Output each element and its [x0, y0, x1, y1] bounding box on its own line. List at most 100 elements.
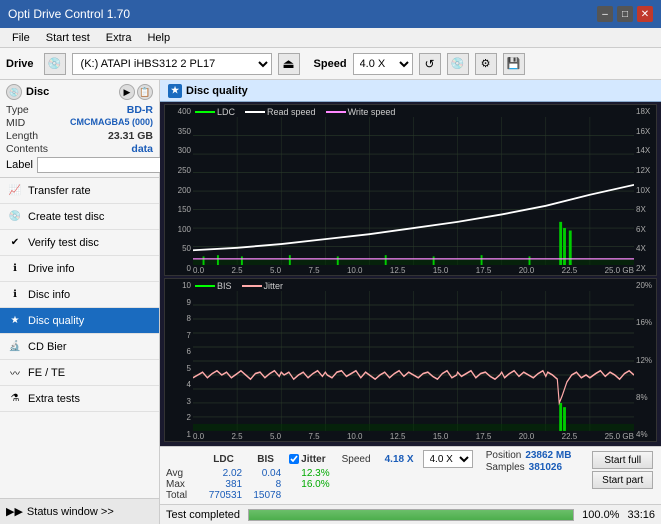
stats-row: LDC BIS Jitter Speed [166, 450, 655, 501]
menu-extra[interactable]: Extra [98, 30, 140, 46]
content-area: ★ Disc quality LDC Read speed [160, 80, 661, 524]
total-row-label: Total [166, 490, 201, 501]
app-title: Opti Drive Control 1.70 [8, 7, 130, 21]
fe-te-label: FE / TE [28, 367, 65, 379]
bis-col-header: BIS [246, 450, 285, 468]
start-full-button[interactable]: Start full [592, 451, 653, 469]
create-test-icon: 💿 [8, 210, 22, 224]
disc-panel-icon: 💿 [6, 84, 22, 100]
pos-samples-cell: Position 23862 MB Samples 381026 [482, 450, 591, 490]
sidebar-item-create-test-disc[interactable]: 💿 Create test disc [0, 204, 159, 230]
avg-row-label: Avg [166, 468, 201, 479]
drivebar: Drive 💿 (K:) ATAPI iHBS312 2 PL17 ⏏ Spee… [0, 48, 661, 80]
start-part-button[interactable]: Start part [592, 471, 653, 489]
write-speed-legend-dot [326, 111, 346, 113]
maximize-button[interactable]: □ [617, 6, 633, 22]
minimize-button[interactable]: – [597, 6, 613, 22]
ldc-chart: LDC Read speed Write speed 400 350 300 [164, 104, 657, 276]
sidebar-item-transfer-rate[interactable]: 📈 Transfer rate [0, 178, 159, 204]
bis-legend-dot [195, 285, 215, 287]
speed-label: Speed [314, 58, 347, 70]
drive-icon: 💿 [44, 53, 66, 75]
chart2-svg-wrapper [193, 291, 634, 431]
speed-select[interactable]: 4.0 X [353, 53, 413, 75]
sidebar-item-disc-quality[interactable]: ★ Disc quality [0, 308, 159, 334]
sidebar-item-drive-info[interactable]: ℹ Drive info [0, 256, 159, 282]
chart2-x-labels: 0.02.55.07.510.012.515.017.520.022.525.0… [193, 432, 634, 441]
charts-area: LDC Read speed Write speed 400 350 300 [160, 102, 661, 446]
status-text: Test completed [166, 509, 240, 521]
menu-help[interactable]: Help [139, 30, 178, 46]
create-test-label: Create test disc [28, 211, 104, 223]
sidebar-item-fe-te[interactable]: 〰 FE / TE [0, 360, 159, 386]
disc-button[interactable]: 💿 [447, 53, 469, 75]
speed-stat-value: 4.18 X [383, 450, 419, 468]
transfer-rate-icon: 📈 [8, 184, 22, 198]
titlebar: Opti Drive Control 1.70 – □ ✕ [0, 0, 661, 28]
menubar: File Start test Extra Help [0, 28, 661, 48]
bis-legend-label: BIS [217, 281, 232, 291]
nav-items: 📈 Transfer rate 💿 Create test disc ✔ Ver… [0, 178, 159, 498]
sidebar-item-disc-info[interactable]: ℹ Disc info [0, 282, 159, 308]
sidebar-item-extra-tests[interactable]: ⚗ Extra tests [0, 386, 159, 412]
avg-bis: 0.04 [246, 468, 285, 479]
sidebar-item-cd-bier[interactable]: 🔬 CD Bier [0, 334, 159, 360]
disc-info-label: Disc info [28, 289, 70, 301]
drive-select[interactable]: (K:) ATAPI iHBS312 2 PL17 [72, 53, 272, 75]
menu-file[interactable]: File [4, 30, 38, 46]
contents-label: Contents [6, 143, 48, 155]
jitter-legend-dot [242, 285, 262, 287]
verify-test-icon: ✔ [8, 236, 22, 250]
jitter-col-header: Jitter [301, 454, 325, 465]
drive-info-icon: ℹ [8, 262, 22, 276]
disc-quality-header: ★ Disc quality [160, 80, 661, 102]
chart2-y-right: 20% 16% 12% 8% 4% [634, 279, 656, 441]
chart1-legend: LDC Read speed Write speed [195, 107, 395, 117]
cd-bier-label: CD Bier [28, 341, 67, 353]
refresh-button[interactable]: ↺ [419, 53, 441, 75]
contents-value: data [131, 143, 153, 155]
drive-info-label: Drive info [28, 263, 74, 275]
max-row-label: Max [166, 479, 201, 490]
jitter-legend-label: Jitter [264, 281, 284, 291]
disc-panel: 💿 Disc ▶ 📋 Type BD-R MID CMCMAGBA5 (000)… [0, 80, 159, 178]
label-input[interactable] [37, 157, 175, 173]
chart1-x-labels: 0.02.55.07.510.012.515.017.520.022.525.0… [193, 266, 634, 275]
settings-button[interactable]: ⚙ [475, 53, 497, 75]
disc-icon-1: ▶ [119, 84, 135, 100]
close-button[interactable]: ✕ [637, 6, 653, 22]
chart1-svg [193, 117, 634, 265]
ldc-legend-label: LDC [217, 107, 235, 117]
drive-label: Drive [6, 58, 34, 70]
status-window-label: Status window >> [27, 506, 114, 518]
window-controls: – □ ✕ [597, 6, 653, 22]
progress-bar-container [248, 509, 574, 521]
sidebar-item-verify-test-disc[interactable]: ✔ Verify test disc [0, 230, 159, 256]
bottom-statusbar: Test completed 100.0% 33:16 [160, 504, 661, 524]
save-button[interactable]: 💾 [503, 53, 525, 75]
cd-bier-icon: 🔬 [8, 340, 22, 354]
disc-quality-icon: ★ [8, 314, 22, 328]
disc-quality-label: Disc quality [28, 315, 84, 327]
samples-value: 381026 [529, 462, 562, 473]
speed-stat-select[interactable]: 4.0 X [423, 450, 473, 468]
type-label: Type [6, 104, 29, 116]
speed-stat-label: Speed [334, 450, 383, 468]
position-value: 23862 MB [525, 450, 571, 461]
disc-info-icon: ℹ [8, 288, 22, 302]
mid-label: MID [6, 117, 25, 129]
total-ldc: 770531 [201, 490, 246, 501]
disc-icon-2: 📋 [137, 84, 153, 100]
jitter-checkbox[interactable] [289, 454, 299, 464]
stats-area: LDC BIS Jitter Speed [160, 446, 661, 504]
chart2-svg [193, 291, 634, 431]
read-speed-legend-dot [245, 111, 265, 113]
ldc-col-header: LDC [201, 450, 246, 468]
extra-tests-icon: ⚗ [8, 392, 22, 406]
chart1-y-right: 18X 16X 14X 12X 10X 8X 6X 4X 2X [634, 105, 656, 275]
time-label: 33:16 [627, 509, 655, 521]
status-window-button[interactable]: ▶▶ Status window >> [0, 498, 159, 524]
label-label: Label [6, 159, 33, 171]
eject-button[interactable]: ⏏ [278, 53, 300, 75]
menu-starttest[interactable]: Start test [38, 30, 98, 46]
